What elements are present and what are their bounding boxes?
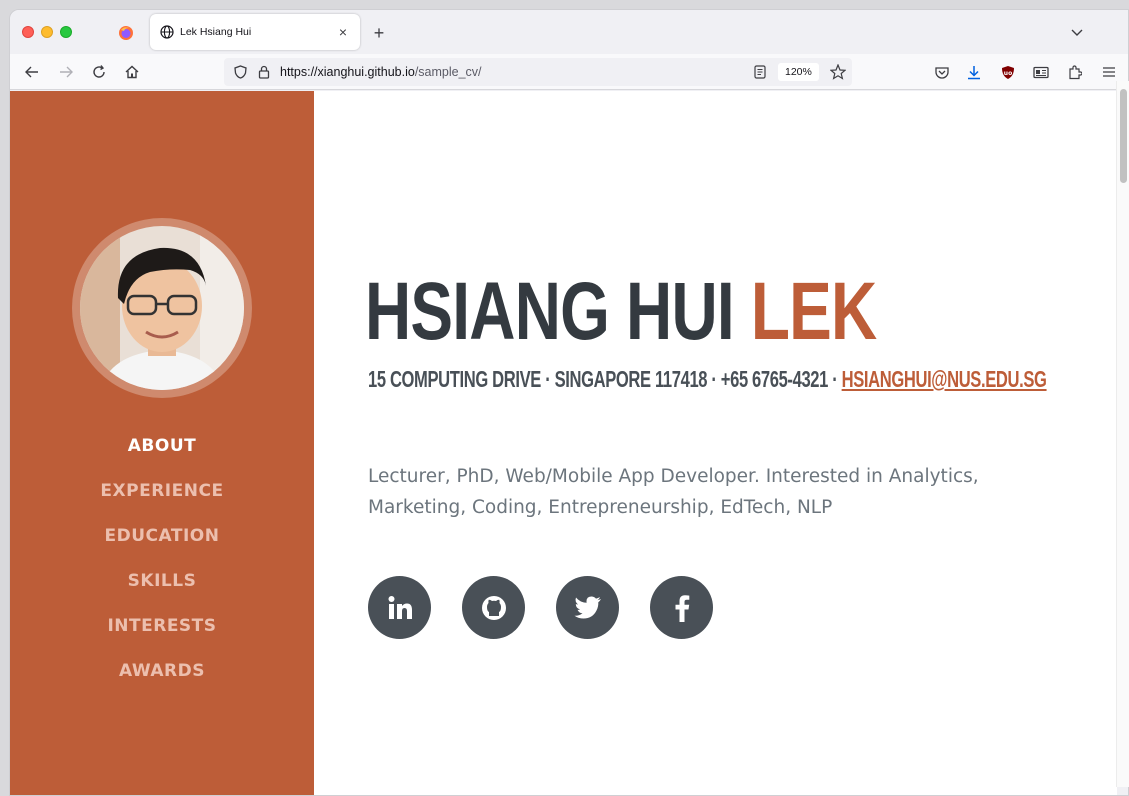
back-button[interactable] xyxy=(20,60,44,84)
github-link[interactable] xyxy=(462,576,525,639)
puzzle-icon xyxy=(1069,64,1082,79)
reader-view-icon[interactable] xyxy=(754,65,766,79)
twitter-icon xyxy=(574,596,601,618)
avatar xyxy=(72,218,252,398)
firefox-icon xyxy=(119,26,133,40)
url-text[interactable]: https://xianghui.github.io/sample_cv/ xyxy=(280,65,482,79)
extensions-button[interactable] xyxy=(1063,60,1087,84)
bookmark-star-icon[interactable] xyxy=(830,64,846,80)
github-icon xyxy=(481,595,506,620)
nav-item-interests[interactable]: INTERESTS xyxy=(10,604,314,649)
pocket-icon xyxy=(935,66,949,79)
tab-active[interactable]: Lek Hsiang Hui × xyxy=(150,14,360,50)
page-viewport: ABOUT EXPERIENCE EDUCATION SKILLS INTERE… xyxy=(10,91,1117,795)
list-all-tabs-button[interactable] xyxy=(1066,22,1088,44)
nav-item-skills[interactable]: SKILLS xyxy=(10,559,314,604)
tab-close-icon[interactable]: × xyxy=(332,21,354,43)
arrow-right-icon xyxy=(60,66,73,78)
twitter-link[interactable] xyxy=(556,576,619,639)
last-name: LEK xyxy=(750,266,877,357)
scrollbar-thumb[interactable] xyxy=(1120,89,1127,183)
email-link[interactable]: HSIANGHUI@NUS.EDU.SG xyxy=(842,366,1047,392)
home-icon xyxy=(125,65,139,79)
address-phone: 15 COMPUTING DRIVE · SINGAPORE 117418 · … xyxy=(368,366,842,392)
reload-button[interactable] xyxy=(87,60,111,84)
tab-title: Lek Hsiang Hui xyxy=(180,26,252,38)
reload-icon xyxy=(93,65,105,78)
tab-bar: Lek Hsiang Hui × + xyxy=(10,10,1128,54)
reader-extension-button[interactable] xyxy=(1029,60,1053,84)
navigation-toolbar: https://xianghui.github.io/sample_cv/ 12… xyxy=(10,54,1128,90)
nav-item-experience[interactable]: EXPERIENCE xyxy=(10,469,314,514)
facebook-icon xyxy=(675,594,689,622)
svg-text:uo: uo xyxy=(1004,70,1012,77)
contact-line: 15 COMPUTING DRIVE · SINGAPORE 117418 · … xyxy=(368,366,1047,393)
lock-icon[interactable] xyxy=(258,65,270,79)
social-icons xyxy=(368,576,713,639)
profile-photo xyxy=(80,226,244,390)
first-name: HSIANG HUI xyxy=(365,266,735,357)
globe-icon xyxy=(160,25,174,39)
nav-item-awards[interactable]: AWARDS xyxy=(10,649,314,694)
linkedin-link[interactable] xyxy=(368,576,431,639)
downloads-button[interactable] xyxy=(962,60,986,84)
shield-icon[interactable] xyxy=(234,65,247,79)
profile-photo-image xyxy=(80,226,244,390)
url-path: /sample_cv/ xyxy=(414,65,482,79)
sidebar-nav: ABOUT EXPERIENCE EDUCATION SKILLS INTERE… xyxy=(10,424,314,694)
hamburger-menu-icon xyxy=(1103,67,1115,77)
page-scrollbar[interactable] xyxy=(1116,81,1129,787)
linkedin-icon xyxy=(388,595,412,619)
home-button[interactable] xyxy=(120,60,144,84)
about-section: HSIANG HUI LEK 15 COMPUTING DRIVE · SING… xyxy=(365,91,1088,795)
nav-item-education[interactable]: EDUCATION xyxy=(10,514,314,559)
zoom-level-badge[interactable]: 120% xyxy=(778,63,819,81)
sidebar: ABOUT EXPERIENCE EDUCATION SKILLS INTERE… xyxy=(10,91,314,795)
chevron-down-icon xyxy=(1071,29,1083,36)
arrow-left-icon xyxy=(25,66,38,78)
page-title: HSIANG HUI LEK xyxy=(365,271,877,353)
close-window-button[interactable] xyxy=(22,26,34,38)
firefox-view-button[interactable] xyxy=(113,22,139,44)
zoom-window-button[interactable] xyxy=(60,26,72,38)
ublock-origin-icon: uo xyxy=(1002,65,1014,79)
browser-window: Lek Hsiang Hui × + https://xianghui.gith… xyxy=(9,9,1129,796)
bio-text: Lecturer, PhD, Web/Mobile App Developer.… xyxy=(368,466,979,518)
download-icon xyxy=(968,65,980,79)
ublock-button[interactable]: uo xyxy=(996,60,1020,84)
address-bar[interactable]: https://xianghui.github.io/sample_cv/ 12… xyxy=(224,58,852,86)
url-host: https://xianghui.github.io xyxy=(280,65,415,79)
newspaper-icon xyxy=(1033,66,1049,78)
minimize-window-button[interactable] xyxy=(41,26,53,38)
pocket-button[interactable] xyxy=(930,60,954,84)
forward-button[interactable] xyxy=(54,60,78,84)
nav-item-about[interactable]: ABOUT xyxy=(10,424,314,469)
facebook-link[interactable] xyxy=(650,576,713,639)
new-tab-button[interactable]: + xyxy=(368,22,390,44)
